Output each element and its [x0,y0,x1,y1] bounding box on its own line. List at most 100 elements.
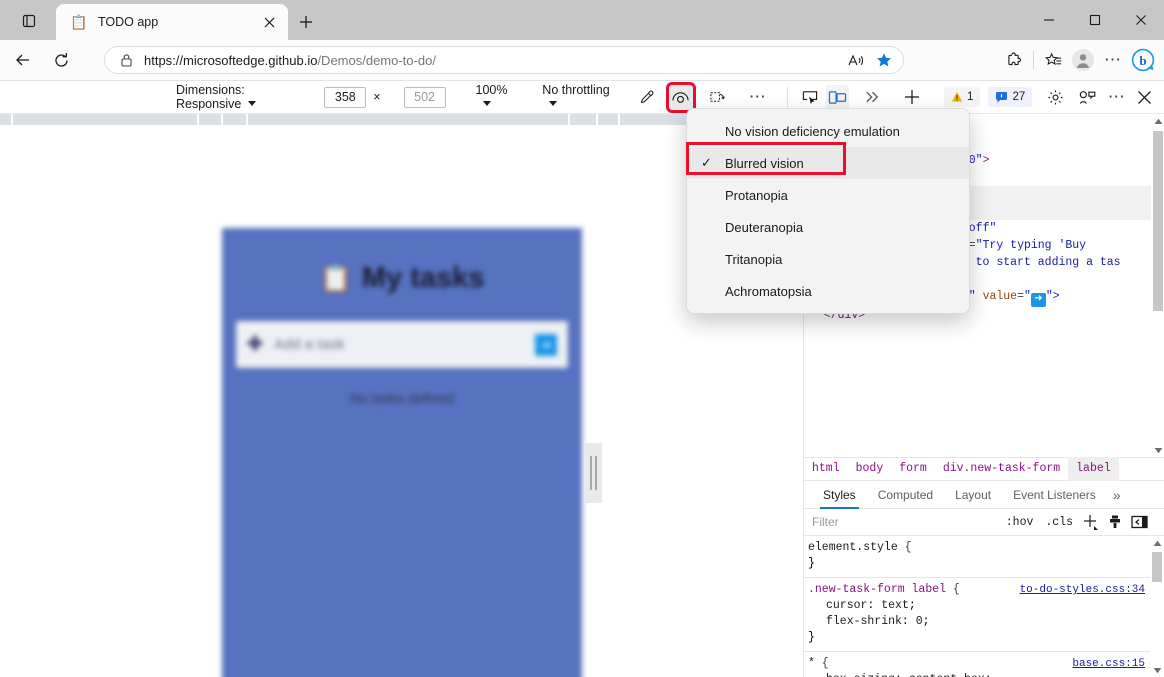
refresh-icon[interactable] [46,45,76,75]
tab-event-listeners[interactable]: Event Listeners [1002,481,1107,509]
breadcrumb-item-html[interactable]: html [804,457,848,481]
devtools-panel: Dimensions: Responsive 358 × 502 100% No… [0,80,1164,676]
vision-deficiency-icon[interactable] [669,85,692,110]
rule-origin-link[interactable]: to-do-styles.css:34 [1020,582,1145,598]
zoom-dropdown[interactable]: 100% [476,83,517,111]
breadcrumb-item-body[interactable]: body [848,457,892,481]
close-icon[interactable] [258,11,280,33]
breadcrumb: html body form div.new-task-form label [804,457,1164,481]
scroll-down-arrow-icon[interactable] [1150,663,1164,677]
dimensions-dropdown[interactable]: Dimensions: Responsive [176,83,308,111]
menu-item-deuteranopia[interactable]: Deuteranopia [687,211,969,243]
paint-bucket-icon[interactable] [1103,511,1127,533]
app-title: 📋 My tasks [222,262,582,295]
menu-item-label: Blurred vision [725,156,804,171]
bing-copilot-icon[interactable]: b [1128,46,1158,74]
breadcrumb-item-label[interactable]: label [1068,457,1119,481]
cls-toggle[interactable]: .cls [1039,516,1079,529]
throttling-dropdown[interactable]: No throttling [542,83,614,111]
style-rule[interactable]: .new-task-form label { to-do-styles.css:… [804,578,1164,652]
plus-icon: ✚ [247,333,263,356]
warning-badge[interactable]: 1 [944,87,980,107]
tab-actions-icon[interactable] [12,8,46,34]
declaration[interactable]: flex-shrink: 0; [808,614,1159,630]
device-rotate-icon[interactable] [707,85,730,110]
eyedropper-icon[interactable] [636,85,659,110]
browser-titlebar: 📋 TODO app [0,0,1164,40]
tab-layout[interactable]: Layout [944,481,1002,509]
message-badge[interactable]: 27 [988,87,1032,107]
device-emulation-toolbar: Dimensions: Responsive 358 × 502 100% No… [0,81,1164,114]
rule-selector[interactable]: * [808,657,815,670]
styles-filter-row: Filter :hov .cls [804,509,1164,536]
menu-item-protanopia[interactable]: Protanopia [687,179,969,211]
filter-input[interactable]: Filter [812,512,1000,532]
styles-rules-list[interactable]: element.style { } .new-task-form label {… [804,536,1164,677]
styles-scrollbar[interactable] [1150,536,1164,677]
read-aloud-icon[interactable] [843,48,869,72]
ruler-tick [248,114,570,125]
browser-tab[interactable]: 📋 TODO app [56,4,288,40]
style-rule[interactable]: * { base.css:15 box-sizing: content-box;… [804,652,1164,677]
rule-selector[interactable]: element.style [808,541,898,554]
maximize-button[interactable] [1072,0,1118,40]
address-bar-actions [843,48,897,72]
breadcrumb-item-form[interactable]: form [891,457,935,481]
more-options-icon[interactable]: ⋯ [746,85,769,110]
device-height-input[interactable]: 502 [404,87,446,108]
menu-item-no-emulation[interactable]: No vision deficiency emulation [687,115,969,147]
add-task-input[interactable]: ✚ Add a task ➜ [236,321,568,368]
toggle-sidebar-icon[interactable] [1127,511,1151,533]
gear-icon[interactable] [1044,85,1067,110]
settings-more-icon[interactable]: ⋯ [1098,46,1128,74]
menu-item-blurred-vision[interactable]: ✓ Blurred vision [687,147,969,179]
extensions-icon[interactable] [999,46,1029,74]
submit-arrow-icon[interactable]: ➜ [535,334,557,356]
close-devtools-icon[interactable] [1133,85,1156,110]
ruler-tick [13,114,199,125]
ruler-tick [598,114,620,125]
menu-item-achromatopsia[interactable]: Achromatopsia [687,275,969,307]
clipboard-icon: 📋 [320,263,352,294]
dom-scrollbar[interactable] [1151,114,1164,457]
minimize-button[interactable] [1026,0,1072,40]
styles-scroll-thumb[interactable] [1152,552,1162,582]
chevron-double-right-icon[interactable]: » [1113,487,1121,503]
menu-item-tritanopia[interactable]: Tritanopia [687,243,969,275]
address-bar[interactable]: https://microsoftedge.github.io/Demos/de… [104,46,904,74]
close-window-button[interactable] [1118,0,1164,40]
new-style-rule-plus-icon[interactable] [1079,511,1103,533]
ruler-tick [0,114,13,125]
new-tab-button[interactable] [293,10,319,34]
favorite-star-icon[interactable] [871,48,897,72]
devtools-more-icon[interactable]: ⋯ [1105,85,1128,110]
device-toolbar-icon[interactable] [826,85,849,110]
profile-avatar-icon[interactable] [1068,46,1098,74]
tab-styles[interactable]: Styles [812,481,867,509]
rule-close: } [808,630,1159,646]
inspect-element-icon[interactable] [798,85,821,110]
tab-computed[interactable]: Computed [867,481,944,509]
breadcrumb-item-div[interactable]: div.new-task-form [935,457,1068,481]
hov-toggle[interactable]: :hov [1000,516,1040,529]
customize-devtools-icon[interactable] [1076,85,1099,110]
ruler-tick [199,114,223,125]
rule-selector[interactable]: .new-task-form label [808,583,946,596]
ruler-tick [570,114,598,125]
add-tab-plus-icon[interactable] [901,85,924,110]
scroll-down-arrow-icon[interactable] [1151,443,1164,457]
viewport-width-resize-handle[interactable] [584,443,602,503]
collections-icon[interactable] [1038,46,1068,74]
declaration[interactable]: box-sizing: content-box; [808,672,1159,677]
scroll-up-arrow-icon[interactable] [1151,114,1164,128]
style-rule[interactable]: element.style { } [804,536,1164,578]
chevron-double-right-icon[interactable] [861,85,884,110]
scroll-up-arrow-icon[interactable] [1150,536,1164,550]
dom-scroll-thumb[interactable] [1153,131,1163,311]
device-width-input[interactable]: 358 [324,87,366,108]
rule-origin-link[interactable]: base.css:15 [1072,656,1145,672]
declaration[interactable]: cursor: text; [808,598,1159,614]
menu-item-label: Tritanopia [725,252,782,267]
emulated-page-viewport[interactable]: 📋 My tasks ✚ Add a task ➜ No tasks defin… [222,228,582,677]
back-arrow-icon[interactable] [8,45,38,75]
